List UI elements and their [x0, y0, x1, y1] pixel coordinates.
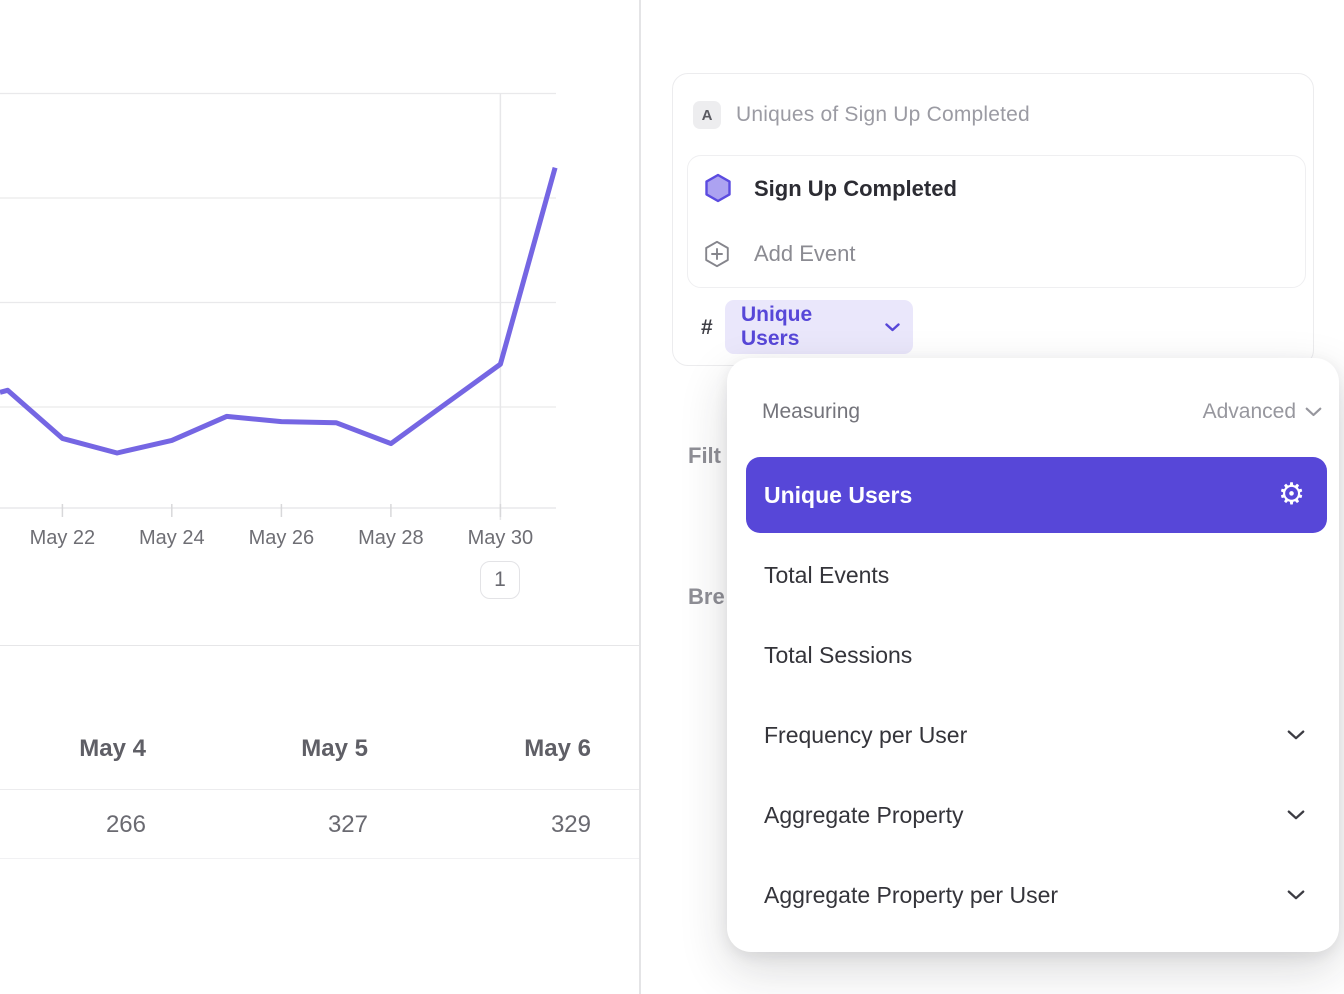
x-tick-label: May 26 [249, 527, 315, 549]
series-title: Uniques of Sign Up Completed [736, 103, 1030, 127]
measuring-option-aggregate-property[interactable]: Aggregate Property [746, 777, 1327, 853]
x-tick-label: May 24 [139, 527, 205, 549]
series-line[interactable] [0, 168, 555, 453]
chevron-down-icon [1287, 810, 1305, 820]
series-letter-badge[interactable]: A [693, 101, 721, 129]
measuring-option-label: Aggregate Property per User [764, 882, 1287, 909]
table-bottom-border [0, 858, 639, 859]
table-cell-value: 329 [368, 810, 591, 839]
measuring-option-total-sessions[interactable]: Total Sessions [746, 617, 1327, 693]
measuring-option-frequency-per-user[interactable]: Frequency per User [746, 697, 1327, 773]
measuring-option-total-events[interactable]: Total Events [746, 537, 1327, 613]
table-cell-value: 327 [146, 810, 368, 839]
event-name[interactable]: Sign Up Completed [754, 174, 957, 204]
measuring-mode-value: Advanced [1203, 400, 1296, 424]
metric-selector[interactable]: Unique Users [725, 300, 913, 354]
chevron-down-icon [1305, 407, 1322, 417]
breakdown-section-label: Bre [688, 583, 725, 611]
table-header-row: May 4May 5May 6 [0, 734, 639, 763]
line-chart[interactable]: May 22 May 24 May 26 May 28 May 30 [0, 0, 639, 650]
metric-selector-value: Unique Users [741, 303, 874, 351]
x-tick-label: May 30 [468, 527, 534, 549]
x-tick-label: May 22 [30, 527, 96, 549]
chart-annotation-badge[interactable]: 1 [480, 561, 520, 599]
measuring-option-label: Total Sessions [764, 642, 1305, 669]
chevron-down-icon [1287, 890, 1305, 900]
measuring-option-label: Unique Users [764, 482, 1278, 509]
metric-hash-label: # [701, 314, 713, 342]
measuring-option-unique-users[interactable]: Unique Users⚙ [746, 457, 1327, 533]
measuring-dropdown: Measuring Advanced Unique Users⚙ Total Ev… [727, 358, 1339, 952]
measuring-header: Measuring Advanced [762, 398, 1322, 426]
measuring-option-label: Frequency per User [764, 722, 1287, 749]
query-builder-card: A Uniques of Sign Up Completed Sign Up C… [672, 73, 1314, 366]
chevron-down-icon [1287, 730, 1305, 740]
measuring-option-label: Total Events [764, 562, 1305, 589]
table-column-header[interactable]: May 6 [368, 734, 591, 763]
event-card: Sign Up Completed Add Event [687, 155, 1306, 288]
add-event-icon [703, 240, 731, 273]
series-row: A Uniques of Sign Up Completed [693, 101, 1030, 129]
table-column-header[interactable]: May 4 [0, 734, 146, 763]
measuring-option-label: Aggregate Property [764, 802, 1287, 829]
table-value-row: 266327329 [0, 810, 639, 839]
filter-section-label: Filt [688, 442, 721, 470]
table-cell-value: 266 [0, 810, 146, 839]
chevron-down-icon [885, 323, 900, 332]
insights-screen: May 22May 24May 26May 28May 30 1 May 4Ma… [0, 0, 1344, 994]
gear-icon[interactable]: ⚙ [1278, 480, 1305, 510]
table-top-border [0, 645, 639, 646]
event-hexagon-icon [703, 173, 733, 208]
table-header-divider [0, 789, 639, 790]
add-event-button[interactable]: Add Event [754, 239, 856, 269]
measuring-mode-selector[interactable]: Advanced [1203, 400, 1322, 424]
x-tick-label: May 28 [358, 527, 424, 549]
table-column-header[interactable]: May 5 [146, 734, 368, 763]
measuring-label: Measuring [762, 400, 860, 424]
measuring-option-aggregate-property-per-user[interactable]: Aggregate Property per User [746, 857, 1327, 933]
panel-divider [639, 0, 641, 994]
